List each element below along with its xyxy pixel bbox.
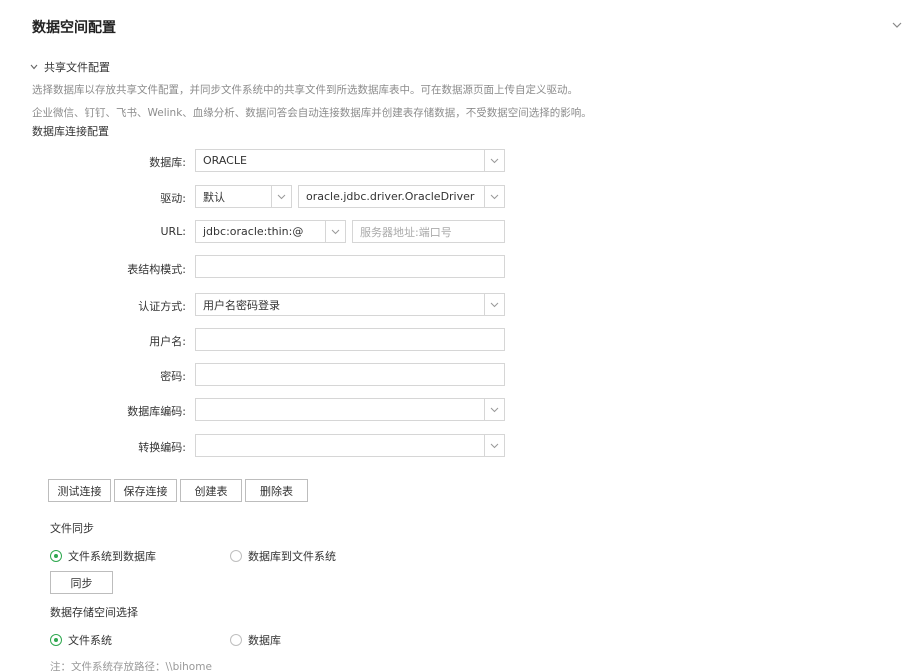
storage-option-database[interactable]: 数据库	[230, 632, 281, 648]
chevron-down-icon[interactable]	[484, 150, 504, 171]
auth-select[interactable]: 用户名密码登录	[195, 293, 505, 316]
driver-class-select[interactable]: oracle.jdbc.driver.OracleDriver	[298, 185, 505, 208]
auth-value: 用户名密码登录	[203, 298, 280, 312]
url-prefix-select[interactable]: jdbc:oracle:thin:@	[195, 220, 346, 243]
section-title: 共享文件配置	[44, 61, 110, 74]
file-sync-title: 文件同步	[50, 522, 94, 535]
server-address-input[interactable]: 服务器地址:端口号	[352, 220, 505, 243]
database-select[interactable]: ORACLE	[195, 149, 505, 172]
section-toggle[interactable]: 共享文件配置	[30, 59, 110, 75]
driver-type-value: 默认	[203, 190, 225, 204]
sync-option-db-to-fs[interactable]: 数据库到文件系统	[230, 548, 336, 564]
username-input[interactable]	[195, 328, 505, 351]
test-connection-button[interactable]: 测试连接	[48, 479, 111, 502]
database-label: 数据库:	[149, 156, 186, 169]
sync-option-fs-to-db[interactable]: 文件系统到数据库	[50, 548, 156, 564]
password-label: 密码:	[160, 370, 186, 383]
server-address-placeholder: 服务器地址:端口号	[360, 225, 452, 239]
delete-table-button[interactable]: 删除表	[245, 479, 308, 502]
chevron-down-icon[interactable]	[484, 435, 504, 456]
radio-checked-icon	[50, 634, 62, 646]
sync-button[interactable]: 同步	[50, 571, 113, 594]
section-description: 选择数据库以存放共享文件配置，并同步文件系统中的共享文件到所选数据库表中。可在数…	[32, 84, 578, 96]
radio-unchecked-icon	[230, 634, 242, 646]
storage-option-filesystem[interactable]: 文件系统	[50, 632, 112, 648]
username-label: 用户名:	[149, 335, 186, 348]
chevron-down-icon[interactable]	[892, 20, 902, 30]
driver-type-select[interactable]: 默认	[195, 185, 292, 208]
auth-label: 认证方式:	[138, 300, 186, 313]
database-value: ORACLE	[203, 154, 247, 167]
password-input[interactable]	[195, 363, 505, 386]
db-encoding-label: 数据库编码:	[127, 405, 186, 418]
driver-label: 驱动:	[160, 192, 186, 205]
page-title: 数据空间配置	[32, 20, 116, 36]
save-connection-button[interactable]: 保存连接	[114, 479, 177, 502]
storage-path-note: 注：文件系统存放路径：\\bihome	[50, 661, 212, 671]
chevron-down-icon[interactable]	[484, 399, 504, 420]
radio-unchecked-icon	[230, 550, 242, 562]
chevron-down-icon[interactable]	[484, 294, 504, 315]
chevron-down-icon[interactable]	[484, 186, 504, 207]
chevron-down-icon	[30, 64, 38, 70]
section-description: 企业微信、钉钉、飞书、Welink、血缘分析、数据问答会自动连接数据库并创建表存…	[32, 107, 592, 119]
create-table-button[interactable]: 创建表	[180, 479, 242, 502]
url-prefix-value: jdbc:oracle:thin:@	[203, 225, 304, 238]
convert-encoding-select[interactable]	[195, 434, 505, 457]
convert-encoding-label: 转换编码:	[138, 441, 186, 454]
storage-title: 数据存储空间选择	[50, 606, 138, 619]
url-label: URL:	[160, 225, 186, 238]
chevron-down-icon[interactable]	[271, 186, 291, 207]
chevron-down-icon[interactable]	[325, 221, 345, 242]
driver-class-value: oracle.jdbc.driver.OracleDriver	[306, 190, 475, 203]
db-encoding-select[interactable]	[195, 398, 505, 421]
radio-checked-icon	[50, 550, 62, 562]
subsection-title: 数据库连接配置	[32, 125, 109, 138]
schema-input[interactable]	[195, 255, 505, 278]
schema-label: 表结构模式:	[127, 263, 186, 276]
